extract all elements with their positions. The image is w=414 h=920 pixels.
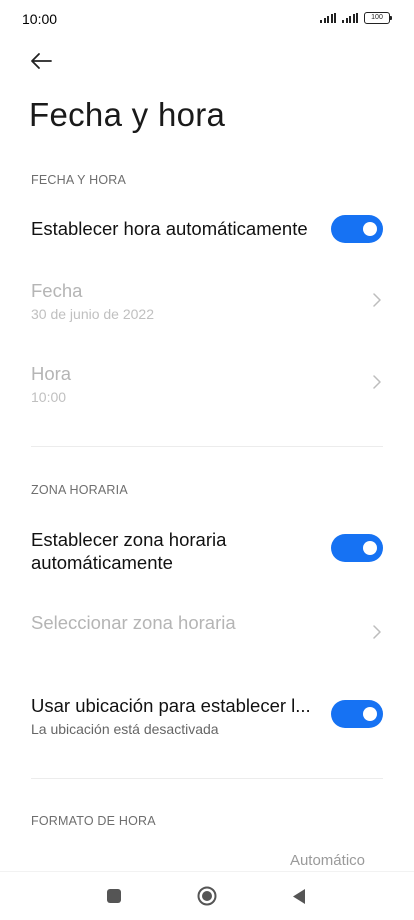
signal-icon: [320, 13, 336, 23]
arrow-left-icon: [31, 53, 52, 69]
divider: [31, 446, 383, 447]
recents-button[interactable]: [107, 889, 121, 903]
battery-icon: 100: [364, 12, 392, 24]
select-timezone-label: Seleccionar zona horaria: [31, 612, 236, 633]
use-location-toggle[interactable]: [331, 700, 383, 728]
time-label: Hora: [31, 363, 72, 384]
back-triangle-icon[interactable]: [291, 888, 307, 905]
toggle-knob: [363, 707, 377, 721]
chevron-right-icon: [373, 293, 381, 307]
auto-timezone-toggle[interactable]: [331, 534, 383, 562]
toggle-knob: [363, 222, 377, 236]
auto-timezone-label-line1: Establecer zona horaria: [31, 529, 227, 550]
select-timezone-row[interactable]: Seleccionar zona horaria: [0, 603, 414, 659]
time-row[interactable]: Hora 10:00: [0, 355, 414, 419]
auto-time-label: Establecer hora automáticamente: [31, 218, 308, 239]
toggle-knob: [363, 541, 377, 555]
auto-timezone-label-line2: automáticamente: [31, 552, 173, 573]
auto-timezone-row[interactable]: Establecer zona horaria automáticamente: [0, 522, 414, 582]
time-value: 10:00: [31, 389, 67, 405]
navigation-bar: [0, 871, 414, 920]
date-label: Fecha: [31, 280, 83, 301]
use-location-row[interactable]: Usar ubicación para establecer l... La u…: [0, 687, 414, 743]
signal-icon: [342, 13, 358, 23]
auto-time-row[interactable]: Establecer hora automáticamente: [0, 205, 414, 255]
back-button[interactable]: [28, 48, 54, 74]
time-format-value[interactable]: Automático: [290, 852, 365, 869]
status-time: 10:00: [22, 11, 58, 27]
page-title: Fecha y hora: [29, 96, 226, 133]
status-bar: 10:00 100: [0, 0, 414, 40]
date-row[interactable]: Fecha 30 de junio de 2022: [0, 272, 414, 336]
use-location-label: Usar ubicación para establecer l...: [31, 695, 311, 716]
date-value: 30 de junio de 2022: [31, 306, 154, 322]
status-icons: 100: [320, 12, 392, 24]
section-header-date-time: FECHA Y HORA: [31, 173, 127, 187]
chevron-right-icon: [373, 625, 381, 639]
divider: [31, 778, 383, 779]
auto-time-toggle[interactable]: [331, 215, 383, 243]
use-location-sub: La ubicación está desactivada: [31, 721, 219, 737]
home-button[interactable]: [197, 886, 217, 906]
section-header-timezone: ZONA HORARIA: [31, 483, 128, 497]
section-header-time-format: FORMATO DE HORA: [31, 814, 156, 828]
chevron-right-icon: [373, 375, 381, 389]
